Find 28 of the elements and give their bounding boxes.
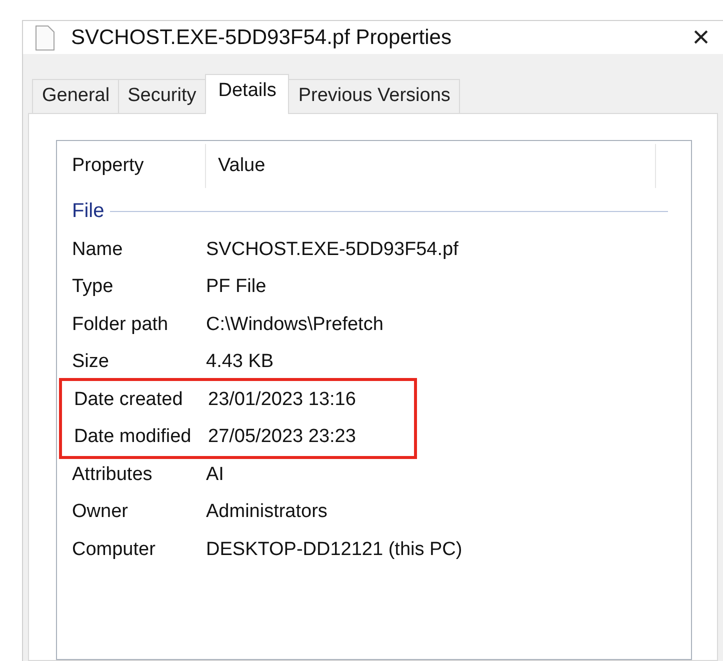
file-icon xyxy=(35,24,55,50)
tab[interactable]: Details xyxy=(205,74,290,114)
property-name: Date created xyxy=(73,388,184,412)
property-value: 27/05/2023 23:23 xyxy=(208,425,356,449)
property-name: Owner xyxy=(71,500,129,524)
property-name: Name xyxy=(71,238,124,262)
column-header[interactable]: Property xyxy=(60,144,206,188)
property-name: Attributes xyxy=(71,462,154,486)
tab[interactable]: General xyxy=(32,79,120,113)
property-name: Computer xyxy=(71,538,156,562)
property-value: 23/01/2023 13:16 xyxy=(208,388,356,412)
property-value: AI xyxy=(206,462,224,486)
column-header[interactable]: Value xyxy=(206,144,656,188)
property-name: Date modified xyxy=(73,425,192,449)
window-title: SVCHOST.EXE-5DD93F54.pf Properties xyxy=(71,24,452,51)
property-value: SVCHOST.EXE-5DD93F54.pf xyxy=(206,238,458,262)
property-name: Folder path xyxy=(71,312,170,336)
tab[interactable]: Security xyxy=(118,79,206,113)
property-value: 4.43 KB xyxy=(206,350,274,374)
property-value: PF File xyxy=(206,275,266,299)
property-value: DESKTOP-DD12121 (this PC) xyxy=(206,538,462,562)
property-name: Size xyxy=(71,350,110,374)
property-value: Administrators xyxy=(206,500,328,524)
tab[interactable]: Previous Versions xyxy=(288,79,460,113)
property-value: C:\Windows\Prefetch xyxy=(206,312,384,336)
property-name: Type xyxy=(71,275,114,299)
group-header: File xyxy=(72,199,104,224)
close-button[interactable]: × xyxy=(681,22,721,52)
